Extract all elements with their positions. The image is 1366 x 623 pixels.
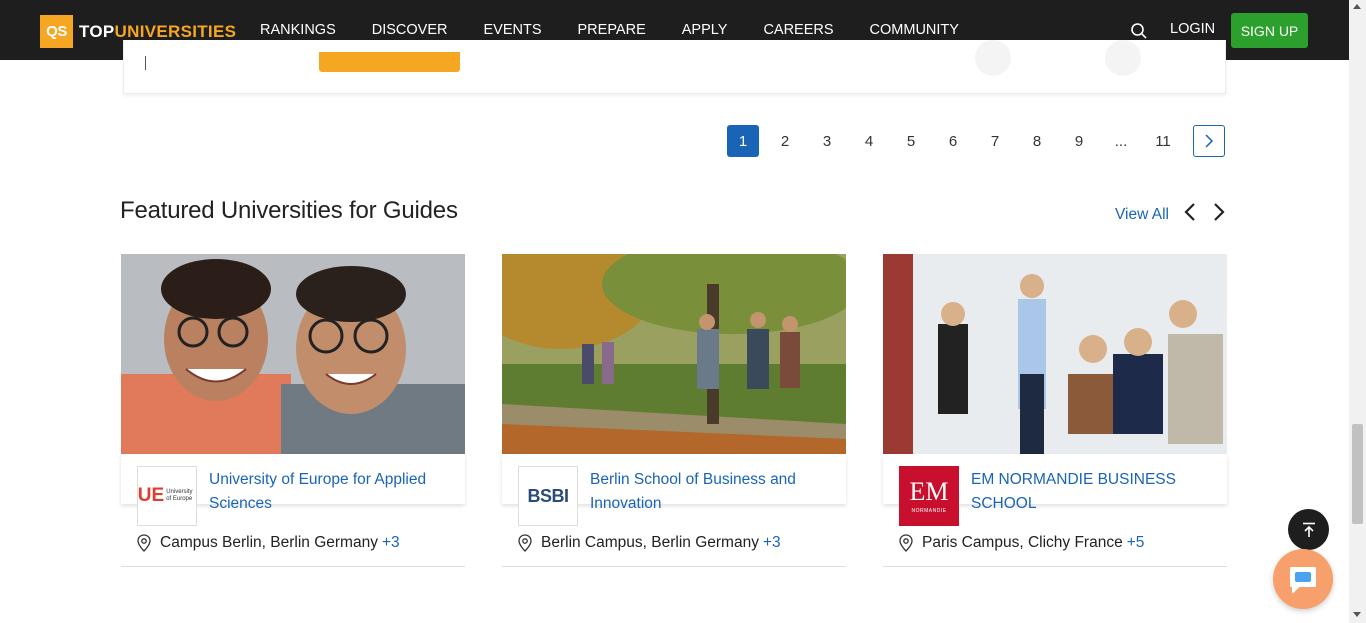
logo-subtext: NORMANDIE [911, 507, 947, 514]
back-to-top-button[interactable] [1288, 509, 1329, 550]
view-all-link[interactable]: View All [1115, 206, 1169, 224]
more-campuses-link[interactable]: +5 [1127, 534, 1145, 552]
page-ellipsis: ... [1114, 132, 1128, 150]
page-7[interactable]: 7 [979, 125, 1011, 157]
nav-rankings[interactable]: RANKINGS [260, 22, 336, 38]
university-card[interactable]: EM NORMANDIE EM NORMANDIE BUSINESS SCHOO… [883, 254, 1227, 567]
logo-letters: UE [137, 485, 165, 506]
logo-letters: EM [909, 476, 949, 506]
page-11[interactable]: 11 [1147, 125, 1179, 157]
more-campuses-link[interactable]: +3 [763, 534, 781, 552]
chat-icon [1290, 567, 1316, 593]
scroll-down-arrow-icon[interactable] [1353, 612, 1361, 617]
nav-apply[interactable]: APPLY [682, 22, 728, 38]
page-2[interactable]: 2 [769, 125, 801, 157]
university-card[interactable]: BSBI Berlin School of Business and Innov… [502, 254, 846, 567]
page-5[interactable]: 5 [895, 125, 927, 157]
nav-discover[interactable]: DISCOVER [372, 22, 448, 38]
students-walking-photo [502, 254, 846, 454]
university-logo[interactable]: EM NORMANDIE [899, 466, 959, 526]
students-group-photo [883, 254, 1227, 454]
qs-logo-mark: QS [40, 15, 73, 48]
search-icon[interactable] [1130, 22, 1148, 40]
ue-logo: UE University of Europe [138, 485, 196, 507]
page-6[interactable]: 6 [937, 125, 969, 157]
university-name-link[interactable]: Berlin School of Business and Innovation [590, 468, 830, 516]
location-pin-icon [518, 534, 532, 552]
carousel-next-icon[interactable] [1207, 201, 1229, 223]
university-location: Berlin Campus, Berlin Germany +3 [518, 534, 781, 552]
university-logo[interactable]: BSBI [518, 466, 578, 526]
nav-careers[interactable]: CAREERS [763, 22, 833, 38]
nav-community[interactable]: COMMUNITY [870, 22, 959, 38]
university-card[interactable]: UE University of Europe University of Eu… [121, 254, 465, 567]
card-image[interactable] [502, 254, 846, 454]
login-link[interactable]: LOGIN [1170, 21, 1215, 37]
logo-top-text: TOP [79, 21, 115, 41]
page-scrollbar[interactable] [1349, 0, 1366, 623]
page-3[interactable]: 3 [811, 125, 843, 157]
university-location: Campus Berlin, Berlin Germany +3 [137, 534, 400, 552]
location-text: Berlin Campus, Berlin Germany [541, 534, 759, 551]
card-divider [121, 566, 465, 567]
chevron-right-icon [1205, 134, 1214, 148]
location-pin-icon [137, 534, 151, 552]
university-name-link[interactable]: University of Europe for Applied Science… [209, 468, 449, 516]
share-icon[interactable] [975, 40, 1011, 76]
signup-button[interactable]: SIGN UP [1231, 13, 1308, 48]
card-image[interactable] [121, 254, 465, 454]
page-1[interactable]: 1 [727, 125, 759, 157]
location-text: Paris Campus, Clichy France [922, 534, 1123, 551]
bsbi-logo: BSBI [527, 485, 569, 506]
students-photo [121, 254, 465, 454]
section-title: Featured Universities for Guides [120, 197, 458, 224]
university-location: Paris Campus, Clichy France +5 [899, 534, 1144, 552]
chat-button[interactable] [1273, 549, 1333, 609]
scroll-up-arrow-icon[interactable] [1353, 4, 1361, 9]
arrow-up-icon [1302, 522, 1315, 537]
pagination: 1 2 3 4 5 6 7 8 9 ... 11 [727, 125, 1225, 157]
more-campuses-link[interactable]: +3 [382, 534, 400, 552]
page-8[interactable]: 8 [1021, 125, 1053, 157]
page-9[interactable]: 9 [1063, 125, 1095, 157]
page-4[interactable]: 4 [853, 125, 885, 157]
previous-guide-card [123, 40, 1226, 94]
cta-button[interactable] [319, 52, 460, 72]
nav-prepare[interactable]: PREPARE [578, 22, 646, 38]
card-image[interactable] [883, 254, 1227, 454]
location-pin-icon [899, 534, 913, 552]
carousel-prev-icon[interactable] [1180, 201, 1202, 223]
card-divider [502, 566, 846, 567]
location-text: Campus Berlin, Berlin Germany [160, 534, 378, 551]
nav-events[interactable]: EVENTS [484, 22, 542, 38]
scrollbar-thumb[interactable] [1352, 424, 1363, 524]
divider [145, 56, 146, 70]
logo-universities-text: UNIVERSITIES [114, 21, 237, 41]
next-page-button[interactable] [1193, 125, 1225, 157]
university-logo[interactable]: UE University of Europe [137, 466, 197, 526]
logo-wordmark: TOPUNIVERSITIES [79, 22, 236, 42]
logo-subtext: University of Europe [166, 489, 193, 502]
em-normandie-logo: EM NORMANDIE [909, 476, 949, 514]
save-icon[interactable] [1105, 40, 1141, 76]
university-name-link[interactable]: EM NORMANDIE BUSINESS SCHOOL [971, 468, 1211, 516]
card-divider [883, 566, 1227, 567]
